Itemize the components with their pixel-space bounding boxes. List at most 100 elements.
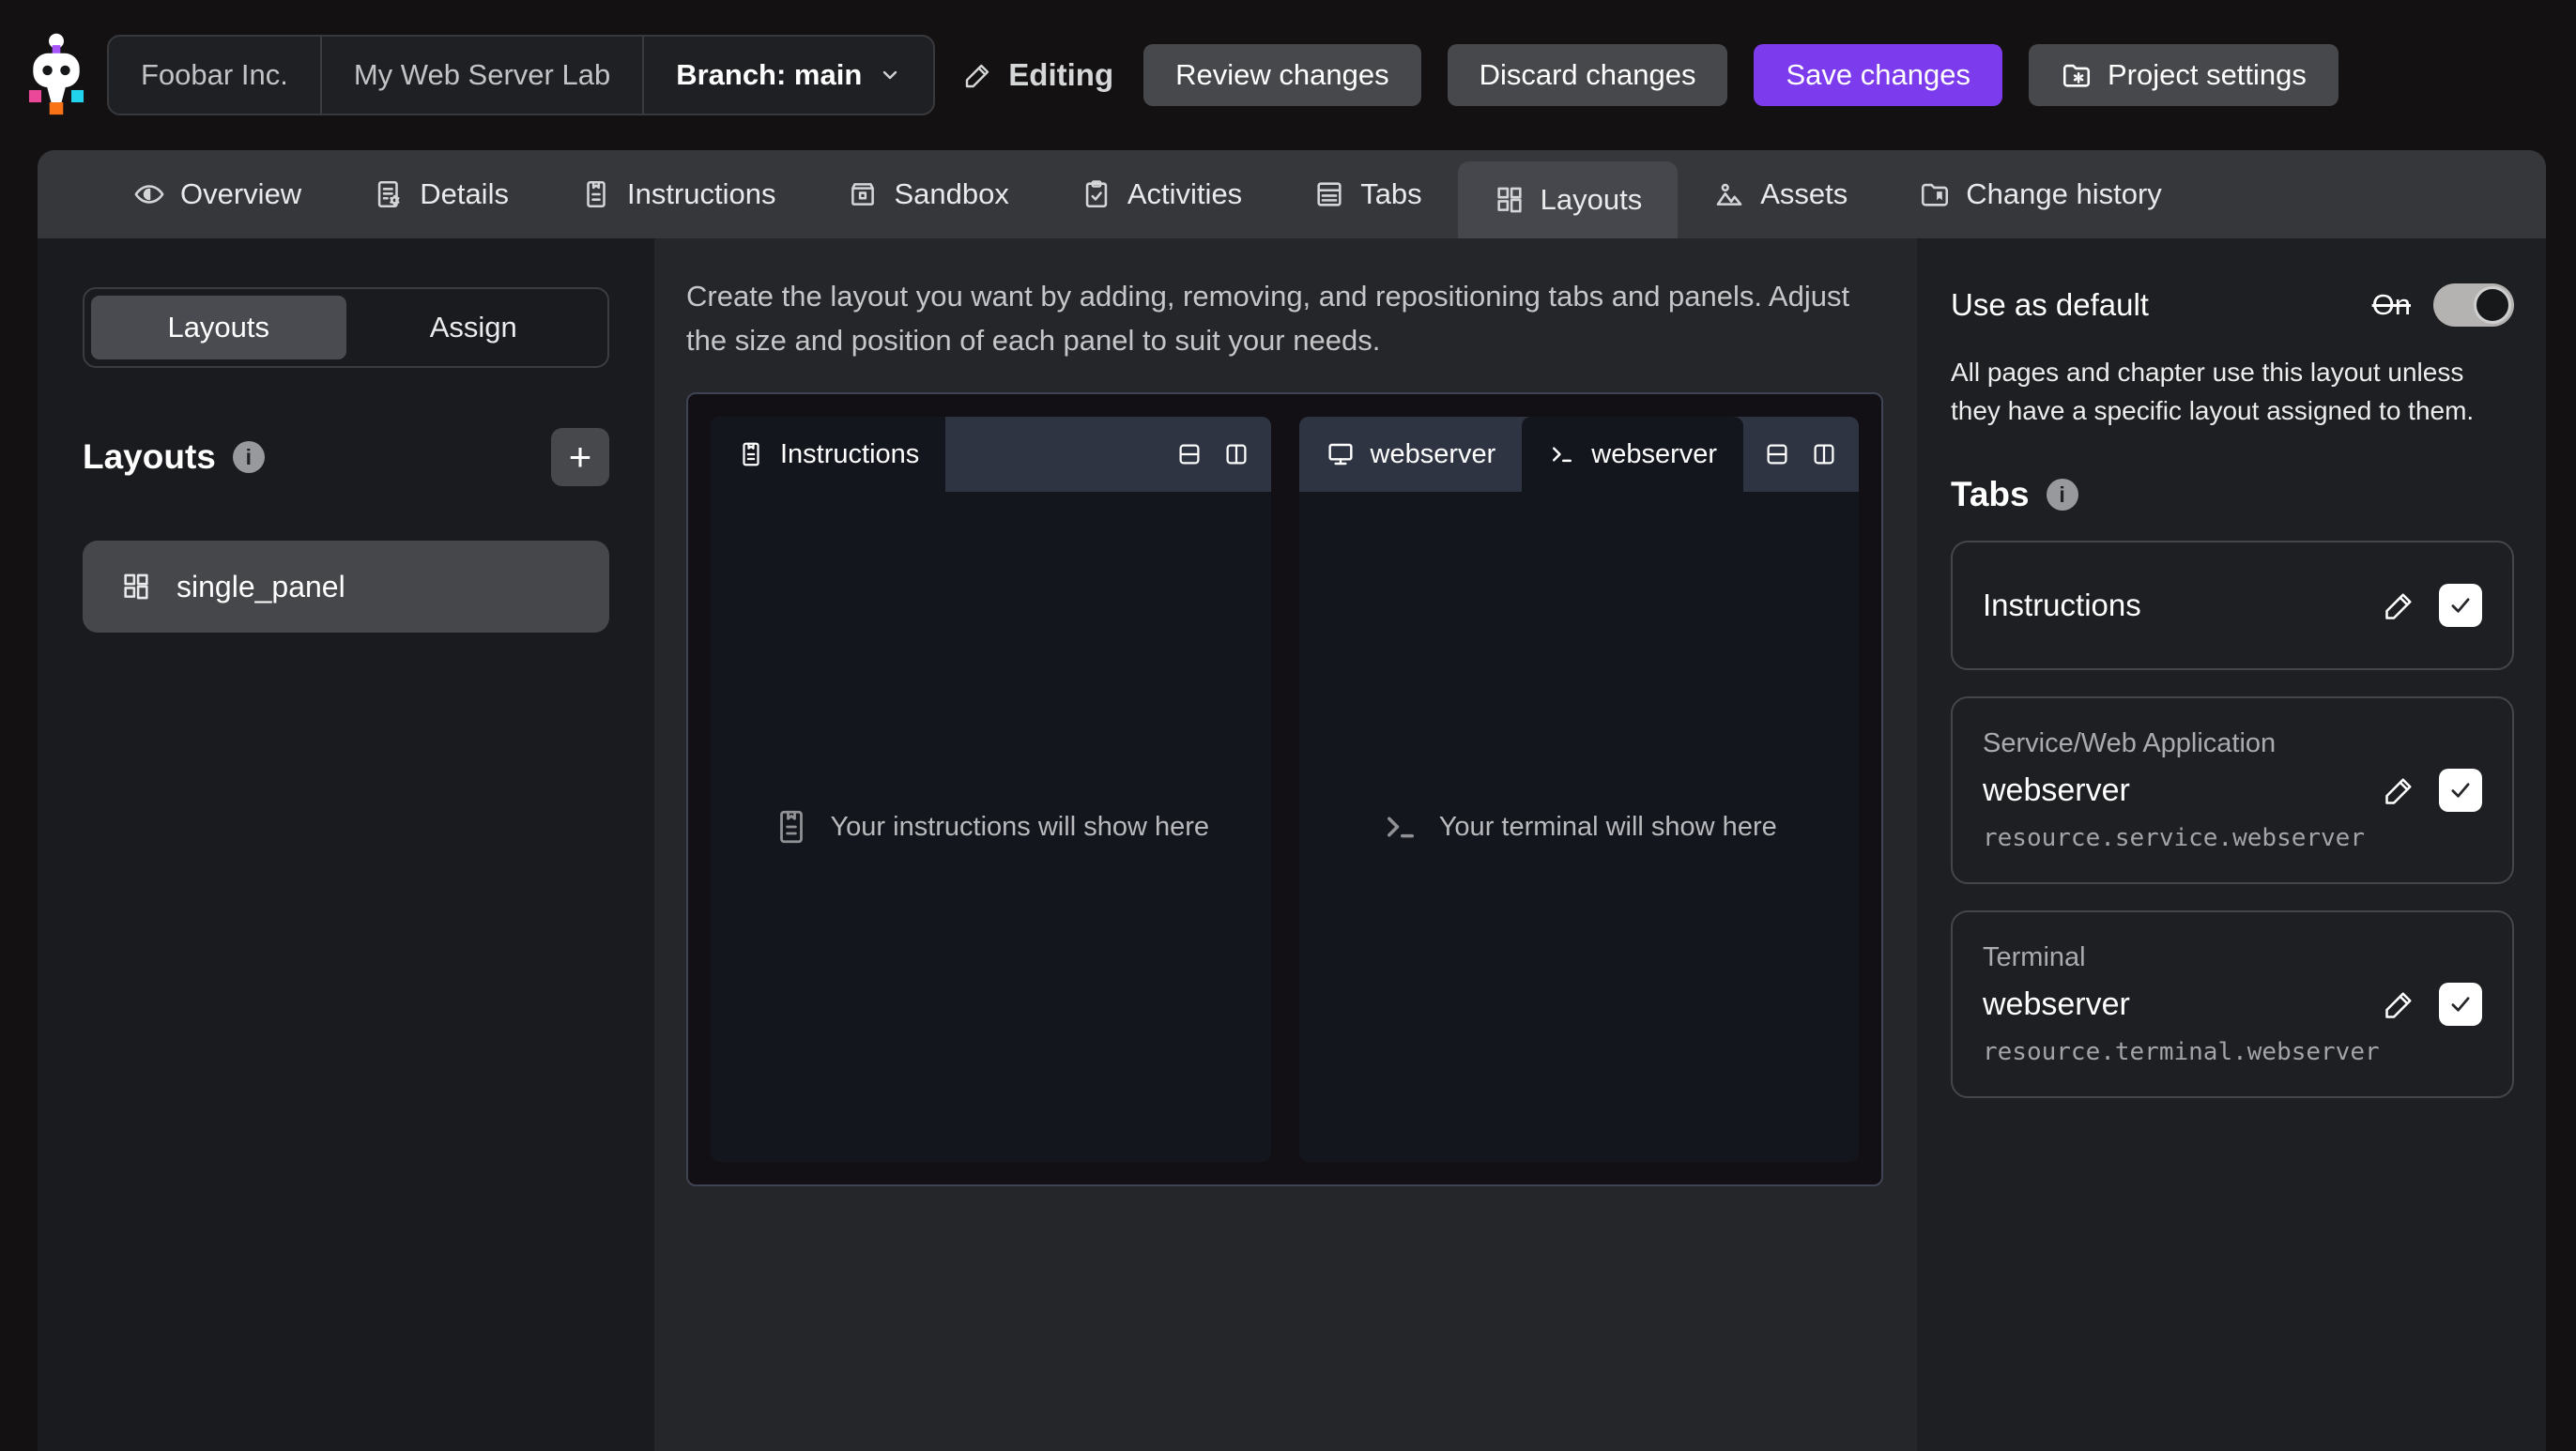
main-tabstrip: Overview Details Instructions Sandbox Ac… (38, 150, 2546, 238)
use-as-default-toggle[interactable] (2433, 283, 2514, 327)
tab-label: Overview (180, 177, 301, 211)
review-changes-button[interactable]: Review changes (1143, 44, 1420, 106)
tab-card-name: webserver (1983, 772, 2366, 809)
pencil-icon[interactable] (2383, 987, 2416, 1021)
tab-visible-checkbox[interactable] (2439, 769, 2482, 812)
segment-layouts[interactable]: Layouts (91, 296, 346, 359)
breadcrumb: Foobar Inc. My Web Server Lab Branch: ma… (107, 35, 935, 115)
panel-tab-label: webserver (1371, 439, 1496, 470)
tab-card-resource: resource.service.webserver (1983, 824, 2366, 852)
panel-split-controls (1175, 417, 1271, 492)
panel-placeholder-text: Your instructions will show here (830, 812, 1209, 843)
tab-label: Instructions (627, 177, 776, 211)
editor-description: Create the layout you want by adding, re… (686, 274, 1883, 362)
use-as-default-note: All pages and chapter use this layout un… (1951, 353, 2514, 430)
layout-inspector: Use as default On All pages and chapter … (1917, 238, 2546, 1451)
tab-card-actions (2383, 584, 2482, 627)
check-icon (2446, 591, 2475, 619)
layout-item-label: single_panel (176, 570, 345, 604)
instructions-icon (737, 440, 765, 468)
layout-editor: Create the layout you want by adding, re… (654, 238, 1917, 1451)
breadcrumb-project[interactable]: My Web Server Lab (322, 37, 644, 114)
tab-change-history[interactable]: Change history (1883, 150, 2198, 238)
editing-indicator: Editing (963, 57, 1113, 93)
tab-card-actions (2383, 769, 2482, 812)
tab-card-kind: Service/Web Application (1983, 728, 2366, 759)
sidebar-segmented-control: Layouts Assign (83, 287, 609, 368)
content-row: Layouts Assign Layouts i + single_panel … (38, 238, 2546, 1451)
tab-label: Change history (1966, 177, 2162, 211)
tabs-section-header: Tabs i (1951, 475, 2514, 514)
top-header: Foobar Inc. My Web Server Lab Branch: ma… (0, 0, 2576, 150)
folder-bookmark-icon (1919, 178, 1951, 210)
split-horizontal-icon[interactable] (1175, 440, 1204, 468)
folder-gear-icon (2061, 59, 2093, 91)
tab-instructions[interactable]: Instructions (544, 150, 812, 238)
info-icon[interactable]: i (2047, 479, 2078, 511)
tabs-heading: Tabs (1951, 475, 2030, 514)
tab-assets[interactable]: Assets (1678, 150, 1883, 238)
panel-tabstrip: Instructions (711, 417, 1271, 492)
image-icon (1713, 178, 1745, 210)
panel-tab-label: webserver (1591, 439, 1717, 470)
tab-card-name: webserver (1983, 986, 2366, 1023)
breadcrumb-org[interactable]: Foobar Inc. (109, 37, 322, 114)
branch-selector[interactable]: Branch: main (644, 37, 933, 114)
layout-grid-icon (1494, 184, 1526, 216)
tab-label: Assets (1760, 177, 1848, 211)
tab-card-service-webserver: Service/Web Application webserver resour… (1951, 696, 2514, 884)
pencil-icon (963, 60, 993, 90)
panel-tab-webserver-service[interactable]: webserver (1299, 417, 1523, 492)
tab-activities[interactable]: Activities (1045, 150, 1278, 238)
tab-card-text: Instructions (1983, 588, 2366, 623)
editing-label: Editing (1008, 57, 1113, 93)
branch-label: Branch: main (676, 58, 862, 92)
tab-details[interactable]: Details (337, 150, 544, 238)
box-icon (847, 178, 879, 210)
clipboard-icon (580, 178, 612, 210)
app-shell: Overview Details Instructions Sandbox Ac… (38, 150, 2546, 1451)
tab-card-resource: resource.terminal.webserver (1983, 1038, 2366, 1066)
clipboard-check-icon (1081, 178, 1112, 210)
chevron-down-icon (879, 64, 901, 86)
tab-label: Layouts (1541, 183, 1643, 217)
tab-label: Activities (1127, 177, 1242, 211)
info-icon[interactable]: i (233, 441, 265, 473)
eye-icon (133, 178, 165, 210)
panel-placeholder: Your terminal will show here (1299, 492, 1860, 1162)
tab-card-instructions: Instructions (1951, 541, 2514, 670)
panel-placeholder-text: Your terminal will show here (1439, 812, 1777, 843)
pencil-icon[interactable] (2383, 773, 2416, 807)
tab-layouts[interactable]: Layouts (1458, 161, 1679, 238)
panel-tab-instructions[interactable]: Instructions (711, 417, 945, 492)
layout-preview-canvas: Instructions Your instructions will show… (686, 392, 1883, 1186)
segment-assign[interactable]: Assign (346, 296, 602, 359)
document-gear-icon (373, 178, 405, 210)
project-settings-label: Project settings (2108, 58, 2307, 92)
tab-sandbox[interactable]: Sandbox (811, 150, 1044, 238)
save-changes-button[interactable]: Save changes (1754, 44, 2001, 106)
tab-visible-checkbox[interactable] (2439, 983, 2482, 1026)
layouts-heading: Layouts (83, 437, 216, 477)
toggle-knob (2474, 286, 2511, 324)
tab-label: Tabs (1360, 177, 1421, 211)
split-horizontal-icon[interactable] (1763, 440, 1791, 468)
panel-tab-webserver-terminal[interactable]: webserver (1522, 417, 1743, 492)
project-settings-button[interactable]: Project settings (2029, 44, 2338, 106)
add-layout-button[interactable]: + (551, 428, 609, 486)
pencil-icon[interactable] (2383, 588, 2416, 622)
tab-visible-checkbox[interactable] (2439, 584, 2482, 627)
panel-placeholder: Your instructions will show here (711, 492, 1271, 1162)
use-as-default-label: Use as default (1951, 287, 2149, 323)
tab-card-actions (2383, 983, 2482, 1026)
split-vertical-icon[interactable] (1810, 440, 1838, 468)
tab-card-text: Service/Web Application webserver resour… (1983, 728, 2366, 852)
discard-changes-button[interactable]: Discard changes (1448, 44, 1728, 106)
tab-tabs[interactable]: Tabs (1278, 150, 1457, 238)
split-vertical-icon[interactable] (1222, 440, 1250, 468)
layout-list-item-single-panel[interactable]: single_panel (83, 541, 609, 633)
instructions-icon (772, 807, 811, 847)
tab-card-terminal-webserver: Terminal webserver resource.terminal.web… (1951, 910, 2514, 1098)
layouts-header: Layouts i + (83, 428, 609, 486)
tab-overview[interactable]: Overview (98, 150, 337, 238)
